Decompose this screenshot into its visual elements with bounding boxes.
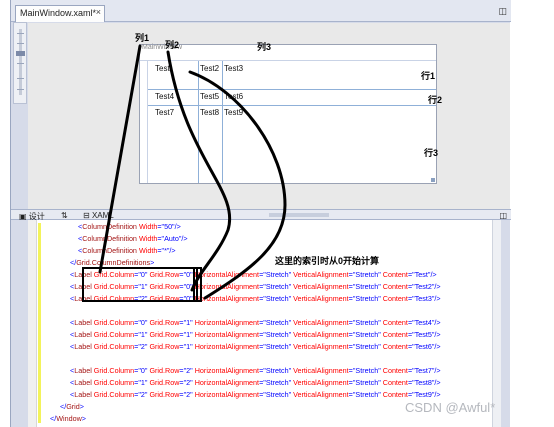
highlight-box-grid-row [193, 267, 202, 302]
annotation-row2: 行2 [428, 95, 443, 105]
row-guide[interactable] [148, 89, 436, 90]
resize-grip[interactable] [431, 178, 435, 182]
zoom-tick [17, 89, 24, 90]
grid-cell-test9[interactable]: Test9 [224, 108, 243, 117]
zoom-track [19, 29, 22, 95]
column-guide[interactable] [198, 61, 199, 183]
row-handle-strip[interactable] [140, 61, 148, 183]
xaml-code-editor[interactable]: <ColumnDefinition Width="50"/> <ColumnDef… [28, 220, 501, 427]
vertical-scrollbar[interactable] [492, 220, 501, 427]
document-tab-strip: MainWindow.xaml* × ◫ [11, 0, 511, 22]
zoom-tick [17, 63, 24, 64]
grid-cell-test5[interactable]: Test5 [200, 92, 219, 101]
tab-close-icon[interactable]: × [96, 7, 101, 17]
code-gutter [28, 220, 37, 427]
code-line[interactable]: <Label Grid.Column="2" Grid.Row="1" Hori… [70, 342, 441, 351]
column-guide[interactable] [222, 61, 223, 183]
code-line[interactable]: <ColumnDefinition Width="50"/> [78, 222, 181, 231]
grid-cell-test2[interactable]: Test2 [200, 64, 219, 73]
grid-cell-test4[interactable]: Test4 [155, 92, 174, 101]
grid-cell-test7[interactable]: Test7 [155, 108, 174, 117]
zoom-tick [17, 43, 24, 44]
annotation-row3: 行3 [424, 148, 439, 158]
tab-mainwindow-xaml[interactable]: MainWindow.xaml* × [15, 5, 105, 22]
ide-frame: MainWindow.xaml* × ◫ MainWindow Test Tes… [10, 0, 511, 427]
outline-expand-icon[interactable]: ◫ [498, 6, 507, 17]
column-handle-strip[interactable] [140, 53, 436, 61]
zoom-tick [17, 33, 24, 34]
zoom-tick [17, 78, 24, 79]
annotation-col3: 列3 [257, 42, 272, 52]
designer-xaml-split-bar: ▣ 设计 ⇅ ⊟ XAML ◫ [11, 209, 511, 221]
code-line[interactable]: <ColumnDefinition Width="*"/> [78, 246, 176, 255]
code-line[interactable]: </Grid> [60, 402, 84, 411]
mainwindow-preview[interactable]: MainWindow Test Test2 Test3 Test4 Test5 … [139, 44, 437, 184]
code-line[interactable]: <Label Grid.Column="1" Grid.Row="1" Hori… [70, 330, 441, 339]
annotation-col1: 列1 [135, 33, 150, 43]
code-line[interactable]: <Label Grid.Column="0" Grid.Row="2" Hori… [70, 366, 441, 375]
code-line[interactable]: <Label Grid.Column="1" Grid.Row="2" Hori… [70, 378, 441, 387]
code-line[interactable]: </Grid.ColumnDefinitions> [70, 258, 154, 267]
annotation-row1: 行1 [421, 71, 436, 81]
tab-xaml-label: XAML [91, 211, 114, 220]
grid-cell-test3[interactable]: Test3 [224, 64, 243, 73]
grid-cell-test[interactable]: Test [155, 64, 170, 73]
zoom-thumb[interactable] [16, 51, 25, 56]
tab-title: MainWindow.xaml* [20, 8, 97, 18]
annotation-index-note: 这里的索引时从0开始计算 [275, 256, 380, 266]
collapse-pane-icon[interactable]: ◫ [499, 211, 507, 220]
watermark: CSDN @Awful* [405, 400, 496, 415]
grid-cell-test6[interactable]: Test6 [224, 92, 243, 101]
highlight-box-grid-column [82, 267, 198, 302]
swap-panes-icon[interactable]: ⇅ [61, 211, 68, 220]
splitter-grip[interactable] [269, 213, 329, 217]
code-line[interactable]: <Label Grid.Column="0" Grid.Row="1" Hori… [70, 318, 441, 327]
code-line[interactable]: </Window> [50, 414, 86, 423]
annotation-col2: 列2 [165, 40, 180, 50]
change-tracking-bar [38, 223, 41, 423]
zoom-slider[interactable] [13, 22, 27, 104]
code-line[interactable]: <Label Grid.Column="2" Grid.Row="2" Hori… [70, 390, 441, 399]
tab-xaml[interactable]: ⊟ XAML [83, 211, 114, 220]
code-line[interactable]: <ColumnDefinition Width="Auto"/> [78, 234, 188, 243]
row-guide[interactable] [148, 105, 436, 106]
grid-cell-test8[interactable]: Test8 [200, 108, 219, 117]
